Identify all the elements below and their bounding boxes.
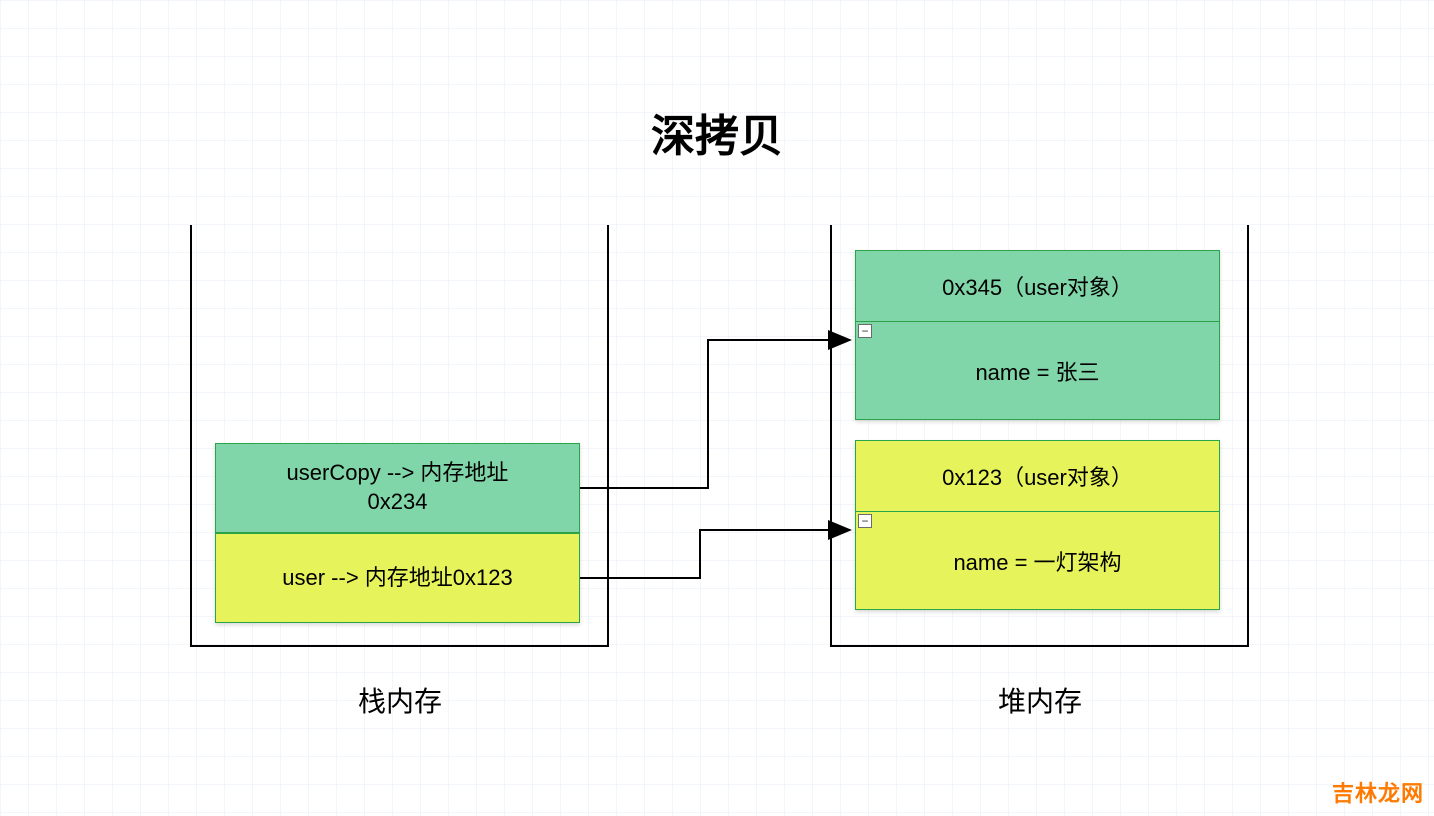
stack-item-usercopy-line2: 0x234	[368, 489, 428, 514]
collapse-icon[interactable]: −	[858, 514, 872, 528]
heap-object-0x345: 0x345（user对象） − name = 张三	[855, 250, 1220, 420]
stack-item-usercopy-line1: userCopy --> 内存地址	[287, 460, 509, 485]
diagram-canvas: 深拷贝 userCopy --> 内存地址 0x234 user --> 内存地…	[0, 0, 1434, 816]
heap-object-0x345-header: 0x345（user对象）	[856, 251, 1219, 322]
heap-object-0x123-body: − name = 一灯架构	[856, 512, 1219, 609]
collapse-icon[interactable]: −	[858, 324, 872, 338]
heap-object-0x123-field: name = 一灯架构	[953, 545, 1121, 577]
heap-object-0x345-body: − name = 张三	[856, 322, 1219, 419]
heap-object-0x123: 0x123（user对象） − name = 一灯架构	[855, 440, 1220, 610]
heap-object-0x345-field: name = 张三	[975, 355, 1099, 387]
stack-item-usercopy: userCopy --> 内存地址 0x234	[215, 443, 580, 533]
heap-memory-label: 堆内存	[985, 680, 1095, 720]
stack-item-user: user --> 内存地址0x123	[215, 533, 580, 623]
heap-object-0x123-header: 0x123（user对象）	[856, 441, 1219, 512]
diagram-title: 深拷贝	[0, 100, 1434, 164]
stack-memory-label: 栈内存	[345, 680, 455, 720]
stack-item-user-line1: user --> 内存地址0x123	[282, 564, 512, 593]
watermark: 吉林龙网	[1332, 776, 1424, 808]
